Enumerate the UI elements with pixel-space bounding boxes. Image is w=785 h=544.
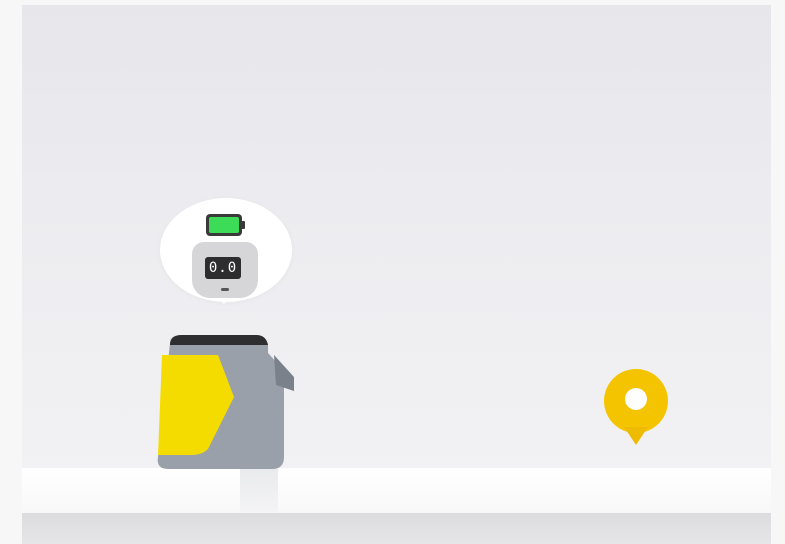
- pin-tip: [624, 427, 648, 445]
- battery-level-fill: [209, 217, 239, 233]
- pin-hole: [625, 388, 647, 410]
- battery-icon: [206, 214, 245, 236]
- device-display-value: 0.0: [205, 257, 241, 279]
- floor-beam: [22, 468, 771, 513]
- device-indicator-light: [221, 288, 229, 291]
- robot-top-band: [170, 335, 268, 345]
- robot-map-scene: 0.0: [22, 5, 771, 544]
- device-display-icon: 0.0: [192, 242, 258, 298]
- battery-cap: [242, 221, 245, 229]
- delivery-robot-icon[interactable]: [148, 335, 298, 475]
- floor: [22, 513, 771, 544]
- location-pin-icon[interactable]: [594, 365, 678, 451]
